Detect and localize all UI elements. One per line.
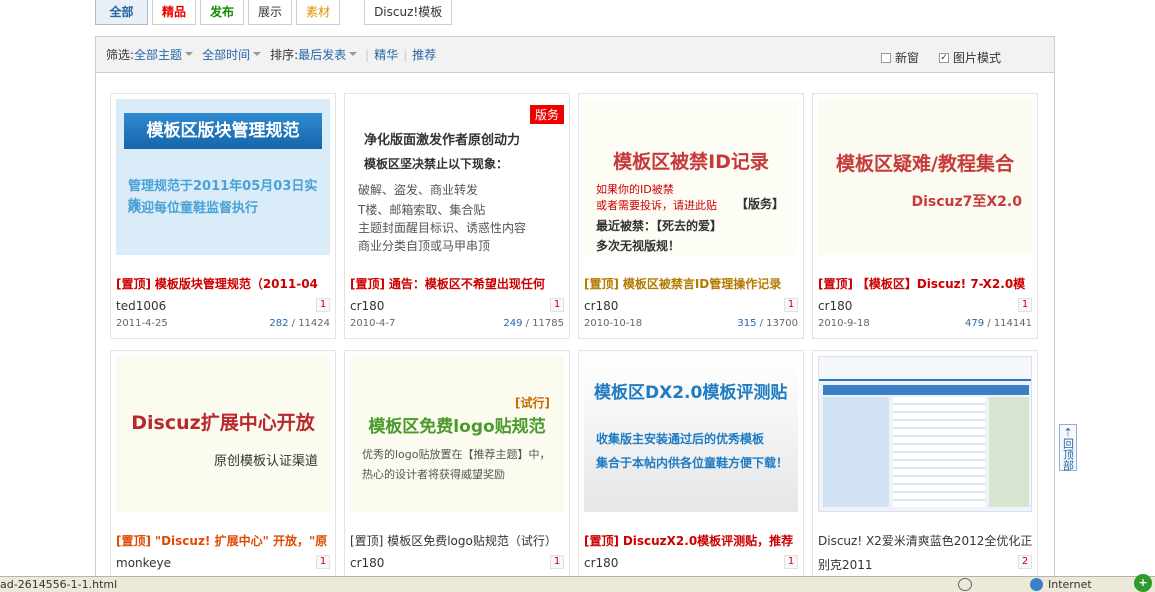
thread-author[interactable]: cr180: [350, 556, 384, 570]
zone-label: Internet: [1048, 578, 1092, 591]
thread-author[interactable]: cr180: [584, 299, 618, 313]
thread-thumbnail[interactable]: 模板区版块管理规范 管理规范于2011年05月03日实施 欢迎每位童鞋监督执行: [116, 99, 330, 255]
new-window-checkbox[interactable]: 新窗: [880, 49, 919, 66]
browser-status-bar: ad-2614556-1-1.html Internet +: [0, 574, 1155, 592]
thread-title[interactable]: [置顶] DiscuzX2.0模板评测贴，推荐: [584, 532, 798, 549]
image-mode-checkbox[interactable]: ✓ 图片模式: [938, 49, 1001, 66]
screenshot-block: [989, 397, 1029, 507]
chevron-down-icon: [253, 51, 262, 56]
tab-featured[interactable]: 精品: [152, 0, 197, 25]
page-count[interactable]: 1: [784, 298, 798, 312]
thread-author[interactable]: ted1006: [116, 299, 166, 313]
filter-theme[interactable]: 全部主题: [134, 46, 182, 63]
thread-date: 2010-10-18: [584, 318, 643, 329]
thread-thumbnail[interactable]: Discuz扩展中心开放 原创模板认证渠道: [116, 356, 330, 512]
recommend-link[interactable]: 推荐: [412, 46, 436, 63]
thread-date: 2011-4-25: [116, 318, 168, 329]
thread-title[interactable]: [置顶] 【模板区】Discuz! 7-X2.0模: [818, 275, 1032, 292]
thread-thumbnail[interactable]: [试行] 模板区免费logo贴规范 优秀的logo贴放置在【推荐主题】中， 热心…: [350, 356, 564, 512]
page-count[interactable]: 1: [1018, 298, 1032, 312]
thread-card[interactable]: Discuz扩展中心开放 原创模板认证渠道 [置顶] "Discuz! 扩展中心…: [110, 350, 336, 592]
page-count[interactable]: 1: [316, 298, 330, 312]
add-icon[interactable]: +: [1134, 574, 1152, 592]
thread-author[interactable]: monkeye: [116, 556, 171, 570]
divider: |: [365, 47, 370, 62]
thread-title[interactable]: [置顶] "Discuz! 扩展中心" 开放，"原: [116, 532, 330, 549]
filter-time[interactable]: 全部时间: [202, 46, 250, 63]
checkbox-checked-icon[interactable]: ✓: [938, 52, 949, 63]
thread-stats: 315 / 13700: [737, 318, 798, 329]
filter-bar: 筛选: 全部主题 全部时间 排序: 最后发表 | 精华 | 推荐 新窗 ✓ 图片模…: [96, 37, 1054, 73]
thread-thumbnail[interactable]: 模板区被禁ID记录 如果你的ID被禁 或者需要投诉，请进此贴 【版务】 最近被禁…: [584, 99, 798, 255]
security-icon: [958, 578, 972, 591]
screenshot-header: [819, 357, 1031, 381]
thread-title[interactable]: [置顶] 模板区免费logo贴规范（试行）: [350, 532, 564, 549]
screenshot-block: [893, 397, 985, 507]
tab-material[interactable]: 素材: [296, 0, 341, 25]
page-count[interactable]: 1: [550, 555, 564, 569]
thread-title[interactable]: [置顶] 通告：模板区不希望出现任何: [350, 275, 564, 292]
thread-title[interactable]: [置顶] 模板版块管理规范（2011-04: [116, 275, 330, 292]
category-tabs: 全部 精品 发布 展示 素材 Discuz!模板: [95, 0, 453, 25]
thread-thumbnail[interactable]: 模板区疑难/教程集合 Discuz7至X2.0: [818, 99, 1032, 255]
checkbox-icon[interactable]: [880, 52, 891, 63]
thread-date: 2010-9-18: [818, 318, 870, 329]
screenshot-block: [823, 397, 889, 507]
thread-stats: 479 / 114141: [964, 318, 1032, 329]
digest-link[interactable]: 精华: [374, 46, 398, 63]
thread-card[interactable]: 模板区DX2.0模板评测贴 收集版主安装通过后的优秀模板 集合于本帖内供各位童鞋…: [578, 350, 804, 592]
filter-label: 筛选:: [106, 48, 135, 62]
back-to-top-button[interactable]: ⇡ 回顶部: [1059, 424, 1077, 471]
status-url: ad-2614556-1-1.html: [0, 578, 118, 591]
thread-thumbnail[interactable]: 模板区DX2.0模板评测贴 收集版主安装通过后的优秀模板 集合于本帖内供各位童鞋…: [584, 356, 798, 512]
thread-author[interactable]: cr180: [350, 299, 384, 313]
screenshot-nav: [823, 385, 1029, 395]
sort-select[interactable]: 最后发表: [298, 46, 346, 63]
page-count[interactable]: 1: [316, 555, 330, 569]
page-count[interactable]: 1: [784, 555, 798, 569]
thread-card[interactable]: Discuz! X2爱米清爽蓝色2012全优化正 别克2011 2: [812, 350, 1038, 592]
tab-release[interactable]: 发布: [200, 0, 245, 25]
thread-card[interactable]: 模板区版块管理规范 管理规范于2011年05月03日实施 欢迎每位童鞋监督执行 …: [110, 93, 336, 339]
thread-title[interactable]: [置顶] 模板区被禁言ID管理操作记录: [584, 275, 798, 292]
thread-date: 2010-4-7: [350, 318, 396, 329]
thread-title-line2[interactable]: 别克2011: [818, 556, 873, 573]
thread-thumbnail[interactable]: 版务 净化版面激发作者原创动力 模板区坚决禁止以下现象： 破解、盗发、商业转发 …: [350, 99, 564, 255]
thread-thumbnail[interactable]: [818, 356, 1032, 512]
thread-card[interactable]: 版务 净化版面激发作者原创动力 模板区坚决禁止以下现象： 破解、盗发、商业转发 …: [344, 93, 570, 339]
sort-label: 排序:: [270, 48, 299, 62]
chevron-down-icon: [349, 51, 358, 56]
thread-stats: 249 / 11785: [503, 318, 564, 329]
page-count[interactable]: 1: [550, 298, 564, 312]
tab-showcase[interactable]: 展示: [248, 0, 293, 25]
thread-card[interactable]: 模板区被禁ID记录 如果你的ID被禁 或者需要投诉，请进此贴 【版务】 最近被禁…: [578, 93, 804, 339]
thread-card[interactable]: 模板区疑难/教程集合 Discuz7至X2.0 [置顶] 【模板区】Discuz…: [812, 93, 1038, 339]
chevron-down-icon: [185, 51, 194, 56]
tab-all[interactable]: 全部: [95, 0, 148, 25]
thread-author[interactable]: cr180: [818, 299, 852, 313]
thread-title[interactable]: Discuz! X2爱米清爽蓝色2012全优化正: [818, 532, 1032, 549]
tab-discuz-template[interactable]: Discuz!模板: [364, 0, 453, 25]
thread-stats: 282 / 11424: [269, 318, 330, 329]
page-count[interactable]: 2: [1018, 555, 1032, 569]
divider: |: [403, 47, 408, 62]
thread-author[interactable]: cr180: [584, 556, 618, 570]
thread-card[interactable]: [试行] 模板区免费logo贴规范 优秀的logo贴放置在【推荐主题】中， 热心…: [344, 350, 570, 592]
globe-icon: [1030, 578, 1043, 591]
